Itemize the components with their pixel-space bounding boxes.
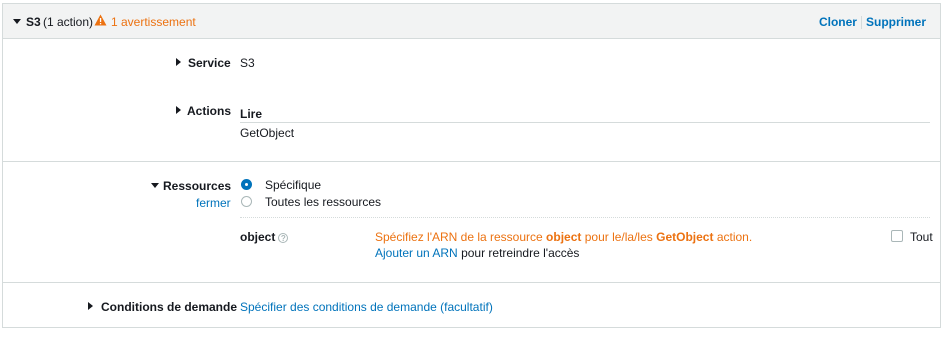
arn-msg-resource: object bbox=[546, 230, 582, 244]
header-separator bbox=[860, 16, 862, 30]
service-title[interactable]: S3 bbox=[26, 15, 41, 29]
radio-all-resources[interactable] bbox=[241, 196, 252, 207]
delete-button[interactable]: Supprimer bbox=[866, 15, 926, 29]
resource-object-name: object bbox=[240, 230, 276, 244]
statement-header: S3 (1 action) 1 avertissement Cloner Supp… bbox=[3, 4, 940, 39]
all-checkbox[interactable] bbox=[891, 230, 903, 242]
actions-label[interactable]: Actions bbox=[187, 104, 231, 118]
arn-msg-action: GetObject bbox=[656, 230, 714, 244]
arn-msg-prefix: Spécifiez l'ARN de la ressource bbox=[375, 230, 543, 244]
resources-dotted-divider bbox=[240, 217, 930, 218]
actions-group-label: Lire bbox=[240, 107, 263, 121]
resources-collapse-icon[interactable] bbox=[151, 183, 159, 188]
service-value: S3 bbox=[240, 56, 255, 70]
warning-text[interactable]: 1 avertissement bbox=[111, 15, 196, 29]
collapse-caret-icon[interactable] bbox=[13, 19, 21, 24]
actions-expand-icon[interactable] bbox=[176, 106, 181, 114]
service-expand-icon[interactable] bbox=[176, 58, 181, 66]
action-count: (1 action) bbox=[43, 15, 94, 29]
conditions-expand-icon[interactable] bbox=[88, 302, 93, 310]
add-arn-line: Ajouter un ARN pour retreindre l'accès bbox=[375, 246, 579, 260]
resources-label[interactable]: Ressources bbox=[163, 179, 231, 193]
actions-group-divider bbox=[240, 122, 930, 123]
clone-button[interactable]: Cloner bbox=[819, 15, 857, 29]
arn-msg-suffix: action. bbox=[716, 230, 753, 244]
radio-all-resources-label[interactable]: Toutes les ressources bbox=[265, 195, 381, 209]
section-divider bbox=[3, 161, 940, 162]
add-arn-suffix: pour retreindre l'accès bbox=[461, 246, 580, 260]
statement-panel: S3 (1 action) 1 avertissement Cloner Supp… bbox=[2, 3, 941, 328]
section-divider-2 bbox=[3, 282, 940, 283]
radio-specific[interactable] bbox=[241, 179, 252, 190]
all-checkbox-label[interactable]: Tout bbox=[910, 230, 933, 244]
warning-icon bbox=[94, 14, 107, 26]
add-arn-link[interactable]: Ajouter un ARN bbox=[375, 246, 458, 260]
service-label[interactable]: Service bbox=[188, 56, 231, 70]
help-icon[interactable]: ? bbox=[278, 232, 289, 243]
resource-object-label: object? bbox=[240, 230, 289, 244]
conditions-label[interactable]: Conditions de demande bbox=[101, 300, 237, 314]
action-item-getobject: GetObject bbox=[240, 126, 295, 140]
resources-close-link[interactable]: fermer bbox=[196, 196, 231, 210]
resource-arn-message: Spécifiez l'ARN de la ressource object p… bbox=[375, 230, 752, 244]
header-actions: Cloner Supprimer bbox=[819, 15, 926, 30]
conditions-link[interactable]: Spécifier des conditions de demande (fac… bbox=[240, 300, 493, 314]
radio-specific-label[interactable]: Spécifique bbox=[265, 178, 321, 192]
arn-msg-middle: pour le/la/les bbox=[584, 230, 653, 244]
